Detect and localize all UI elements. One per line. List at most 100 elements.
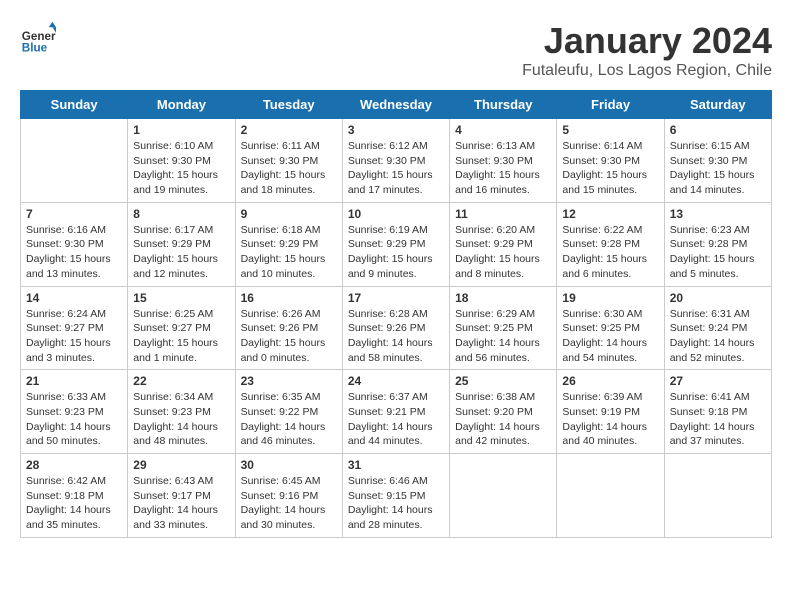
cell-line: and 44 minutes. <box>348 435 423 447</box>
cell-line: Daylight: 14 hours <box>348 337 433 349</box>
cell-line: and 35 minutes. <box>26 519 101 531</box>
cell-line: Sunrise: 6:45 AM <box>241 475 321 487</box>
cell-line: Sunset: 9:30 PM <box>348 155 426 167</box>
cell-line: Sunrise: 6:38 AM <box>455 391 535 403</box>
cell-line: and 5 minutes. <box>670 268 739 280</box>
cell-line: Sunrise: 6:18 AM <box>241 224 321 236</box>
cell-line: and 1 minute. <box>133 352 197 364</box>
cell-line: Daylight: 15 hours <box>241 253 326 265</box>
cell-info: Sunrise: 6:41 AMSunset: 9:18 PMDaylight:… <box>670 390 766 449</box>
calendar-cell: 30 Sunrise: 6:45 AM Sunset: 9:16 PM Dayligh… <box>235 454 342 538</box>
day-number: 5 <box>562 123 658 137</box>
calendar-cell: 11 Sunrise: 6:20 AMSunset: 9:29 PMDayligh… <box>450 202 557 286</box>
cell-info: Sunrise: 6:23 AMSunset: 9:28 PMDaylight:… <box>670 223 766 282</box>
calendar-cell <box>450 454 557 538</box>
title-area: January 2024 Futaleufu, Los Lagos Region… <box>522 20 772 80</box>
day-number: 26 <box>562 374 658 388</box>
cell-line: and 54 minutes. <box>562 352 637 364</box>
cell-line: Sunrise: 6:26 AM <box>241 308 321 320</box>
cell-line: Daylight: 15 hours <box>562 253 647 265</box>
cell-line: Sunset: 9:24 PM <box>670 322 748 334</box>
calendar-cell: 17Sunrise: 6:28 AMSunset: 9:26 PMDayligh… <box>342 286 449 370</box>
day-number: 21 <box>26 374 122 388</box>
logo-icon: General Blue <box>20 20 56 56</box>
cell-line: Daylight: 14 hours <box>26 504 111 516</box>
calendar-cell: 12Sunrise: 6:22 AMSunset: 9:28 PMDayligh… <box>557 202 664 286</box>
cell-line: Sunset: 9:29 PM <box>455 238 533 250</box>
calendar-cell: 9 Sunrise: 6:18 AMSunset: 9:29 PMDaylight… <box>235 202 342 286</box>
cell-line: and 14 minutes. <box>670 184 745 196</box>
cell-info: Sunrise: 6:22 AMSunset: 9:28 PMDaylight:… <box>562 223 658 282</box>
column-header-wednesday: Wednesday <box>342 91 449 119</box>
cell-line: and 9 minutes. <box>348 268 417 280</box>
cell-line: and 28 minutes. <box>348 519 423 531</box>
calendar-title: January 2024 <box>522 20 772 62</box>
cell-line: Sunrise: 6:30 AM <box>562 308 642 320</box>
cell-info: Sunrise: 6:28 AMSunset: 9:26 PMDaylight:… <box>348 307 444 366</box>
cell-info: Sunrise: 6:13 AMSunset: 9:30 PMDaylight:… <box>455 139 551 198</box>
day-number: 11 <box>455 207 551 221</box>
day-number: 2 <box>241 123 337 137</box>
cell-line: Sunset: 9:28 PM <box>562 238 640 250</box>
cell-line: Sunrise: 6:11 AM <box>241 140 320 152</box>
cell-info: Sunrise: 6:43 AMSunset: 9:17 PMDaylight:… <box>133 474 229 533</box>
cell-info: Sunrise: 6:29 AMSunset: 9:25 PMDaylight:… <box>455 307 551 366</box>
cell-line: Daylight: 14 hours <box>241 504 326 516</box>
cell-line: Daylight: 14 hours <box>670 421 755 433</box>
cell-line: and 8 minutes. <box>455 268 524 280</box>
cell-line: Daylight: 15 hours <box>26 337 111 349</box>
column-header-monday: Monday <box>128 91 235 119</box>
column-header-sunday: Sunday <box>21 91 128 119</box>
cell-line: and 0 minutes. <box>241 352 310 364</box>
cell-line: Daylight: 15 hours <box>26 253 111 265</box>
day-number: 23 <box>241 374 337 388</box>
cell-line: Daylight: 15 hours <box>241 337 326 349</box>
calendar-cell: 20 Sunrise: 6:31 AMSunset: 9:24 PMDayligh… <box>664 286 771 370</box>
cell-info: Sunrise: 6:45 AM Sunset: 9:16 PM Daylight:… <box>241 474 337 533</box>
cell-line: Daylight: 15 hours <box>562 169 647 181</box>
cell-line: Daylight: 15 hours <box>455 253 540 265</box>
cell-line: Sunrise: 6:41 AM <box>670 391 750 403</box>
cell-line: Sunset: 9:30 PM <box>670 155 748 167</box>
cell-line: Daylight: 14 hours <box>562 421 647 433</box>
cell-line: Sunset: 9:28 PM <box>670 238 748 250</box>
day-number: 9 <box>241 207 337 221</box>
cell-line: and 30 minutes. <box>241 519 316 531</box>
cell-info: Sunrise: 6:20 AMSunset: 9:29 PMDaylight:… <box>455 223 551 282</box>
cell-line: Sunset: 9:25 PM <box>455 322 533 334</box>
day-number: 28 <box>26 458 122 472</box>
cell-line: Sunrise: 6:25 AM <box>133 308 213 320</box>
calendar-cell: 15Sunrise: 6:25 AMSunset: 9:27 PMDayligh… <box>128 286 235 370</box>
day-number: 6 <box>670 123 766 137</box>
cell-info: Sunrise: 6:31 AMSunset: 9:24 PMDaylight:… <box>670 307 766 366</box>
day-number: 30 <box>241 458 337 472</box>
cell-line: Sunset: 9:27 PM <box>133 322 211 334</box>
cell-info: Sunrise: 6:42 AMSunset: 9:18 PMDaylight:… <box>26 474 122 533</box>
cell-line: Sunset: 9:29 PM <box>348 238 426 250</box>
cell-line: Sunset: 9:16 PM <box>241 490 319 502</box>
cell-line: Sunrise: 6:24 AM <box>26 308 106 320</box>
day-number: 20 <box>670 291 766 305</box>
day-number: 13 <box>670 207 766 221</box>
cell-line: and 3 minutes. <box>26 352 95 364</box>
cell-line: Sunrise: 6:10 AM <box>133 140 213 152</box>
calendar-week-1: 1Sunrise: 6:10 AMSunset: 9:30 PMDaylight… <box>21 119 772 203</box>
cell-line: Sunrise: 6:12 AM <box>348 140 428 152</box>
day-number: 14 <box>26 291 122 305</box>
calendar-cell: 23Sunrise: 6:35 AMSunset: 9:22 PMDayligh… <box>235 370 342 454</box>
calendar-table: SundayMondayTuesdayWednesdayThursdayFrid… <box>20 90 772 538</box>
cell-line: Sunset: 9:30 PM <box>455 155 533 167</box>
cell-info: Sunrise: 6:12 AMSunset: 9:30 PMDaylight:… <box>348 139 444 198</box>
cell-line: and 42 minutes. <box>455 435 530 447</box>
calendar-cell: 18Sunrise: 6:29 AMSunset: 9:25 PMDayligh… <box>450 286 557 370</box>
cell-info: Sunrise: 6:34 AMSunset: 9:23 PMDaylight:… <box>133 390 229 449</box>
day-number: 22 <box>133 374 229 388</box>
calendar-cell: 6Sunrise: 6:15 AMSunset: 9:30 PMDaylight… <box>664 119 771 203</box>
calendar-cell: 10Sunrise: 6:19 AMSunset: 9:29 PMDayligh… <box>342 202 449 286</box>
day-number: 4 <box>455 123 551 137</box>
day-number: 31 <box>348 458 444 472</box>
cell-info: Sunrise: 6:18 AMSunset: 9:29 PMDaylight:… <box>241 223 337 282</box>
cell-line: and 12 minutes. <box>133 268 208 280</box>
calendar-cell: 1Sunrise: 6:10 AMSunset: 9:30 PMDaylight… <box>128 119 235 203</box>
cell-info: Sunrise: 6:16 AMSunset: 9:30 PMDaylight:… <box>26 223 122 282</box>
